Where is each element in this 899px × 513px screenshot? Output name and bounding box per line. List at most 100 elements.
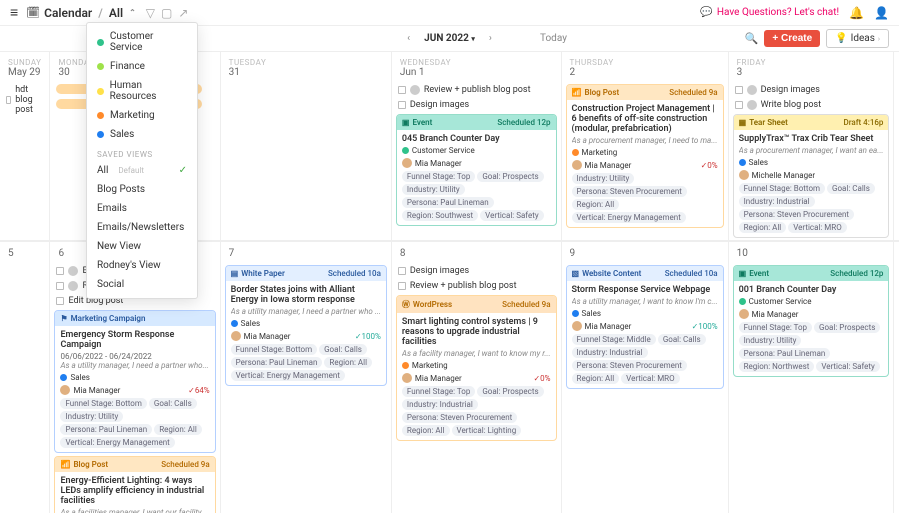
next-month-button[interactable]: › — [475, 33, 506, 44]
pill-tag: Industry: Industrial — [739, 196, 815, 207]
category-option[interactable]: Marketing — [87, 106, 197, 125]
task-item[interactable]: Write blog post — [733, 99, 890, 111]
pill-tag: Funnel Stage: Top — [402, 171, 475, 182]
chevron-up-icon[interactable]: ⌃ — [129, 8, 136, 17]
pill-tag: Region: Southwest — [402, 210, 478, 221]
avatar — [739, 309, 749, 319]
pill-tag: Industry: Industrial — [572, 347, 648, 358]
day-cell[interactable]: SUNDAY May 29 hdt blog post — [0, 52, 50, 241]
menu-icon[interactable]: ≡ — [10, 4, 18, 21]
event-type-icon: ▣ — [402, 118, 410, 127]
month-label[interactable]: JUN 2022 ▾ — [424, 33, 475, 44]
pill-tag: Goal: Calls — [658, 334, 706, 345]
task-item[interactable]: hdt blog post — [4, 84, 45, 116]
pill-tag: Goal: Calls — [319, 344, 367, 355]
view-dropdown[interactable]: Customer ServiceFinanceHuman ResourcesMa… — [86, 22, 198, 299]
event-card[interactable]: 📶Blog PostScheduled 9a Construction Proj… — [566, 84, 724, 228]
saved-view-option[interactable]: Emails — [87, 199, 197, 218]
pill-tag: Funnel Stage: Top — [739, 322, 812, 333]
sheet-icon: ▦ — [739, 118, 747, 127]
event-card[interactable]: ⓌWordPressScheduled 9a Smart lighting co… — [396, 295, 557, 441]
pill-tag: Region: All — [402, 425, 450, 436]
web-icon: ▧ — [572, 269, 580, 278]
pill-tag: Vertical: Safety — [816, 361, 879, 372]
notification-icon[interactable]: 🔔 — [849, 6, 864, 20]
pill-tag: Goal: Prospects — [814, 322, 880, 333]
chat-icon: 💬 — [700, 7, 712, 18]
layout-icon[interactable]: ▢ — [161, 6, 172, 20]
day-cell[interactable]: 10 ▣EventScheduled 12p 001 Branch Counte… — [729, 241, 895, 513]
task-item[interactable]: Design images — [396, 265, 557, 277]
category-option[interactable]: Finance — [87, 57, 197, 76]
pill-tag: Vertical: MRO — [788, 222, 846, 233]
pill-tag: Goal: Calls — [827, 183, 875, 194]
pill-tag: Region: Northwest — [739, 361, 815, 372]
saved-view-option[interactable]: Emails/Newsletters — [87, 218, 197, 237]
day-cell[interactable]: THURSDAY 2 📶Blog PostScheduled 9a Constr… — [562, 52, 729, 241]
pill-tag: Industry: Utility — [572, 173, 635, 184]
view-selector[interactable]: All — [109, 6, 123, 20]
task-item[interactable]: Design images — [733, 84, 890, 96]
saved-view-option[interactable]: Blog Posts — [87, 180, 197, 199]
pill-tag: Persona: Steven Procurement — [572, 186, 687, 197]
avatar — [231, 331, 241, 341]
avatar — [60, 385, 70, 395]
help-chat-link[interactable]: 💬 Have Questions? Let's chat! — [700, 7, 839, 18]
pill-tag: Industry: Utility — [739, 335, 802, 346]
day-cell[interactable]: SATURDAY 4 — [894, 52, 899, 241]
saved-view-option[interactable]: Social — [87, 275, 197, 294]
day-cell[interactable]: 11 — [894, 241, 899, 513]
day-cell[interactable]: TUESDAY 31 — [221, 52, 392, 241]
rss-icon: 📶 — [60, 460, 70, 469]
create-button[interactable]: + Create — [764, 30, 820, 47]
pill-tag: Vertical: Energy Management — [572, 212, 686, 223]
pill-tag: Vertical: Energy Management — [60, 437, 174, 448]
avatar — [402, 373, 412, 383]
wordpress-icon: Ⓦ — [402, 299, 410, 310]
pill-tag: Goal: Prospects — [477, 171, 543, 182]
pill-tag: Region: All — [739, 222, 787, 233]
day-cell[interactable]: 9 ▧Website ContentScheduled 10a Storm Re… — [562, 241, 729, 513]
event-card[interactable]: ▦Tear SheetDraft 4:16p SupplyTrax™ Trax … — [733, 114, 890, 238]
user-icon[interactable]: 👤 — [874, 6, 889, 20]
pill-tag: Persona: Paul Lineman — [60, 424, 152, 435]
event-card[interactable]: ⚑Marketing Campaign Emergency Storm Resp… — [54, 310, 215, 453]
pill-tag: Funnel Stage: Bottom — [231, 344, 317, 355]
day-cell[interactable]: 8 Design images Review + publish blog po… — [392, 241, 562, 513]
prev-month-button[interactable]: ‹ — [393, 33, 424, 44]
avatar — [572, 321, 582, 331]
category-option[interactable]: Human Resources — [87, 76, 197, 106]
pill-tag: Funnel Stage: Middle — [572, 334, 656, 345]
day-cell[interactable]: FRIDAY 3 Design images Write blog post ▦… — [729, 52, 895, 241]
pill-tag: Funnel Stage: Bottom — [739, 183, 825, 194]
pill-tag: Region: All — [324, 357, 372, 368]
event-card[interactable]: 📶Blog PostScheduled 9a Energy-Efficient … — [54, 456, 215, 513]
search-icon[interactable]: 🔍 — [745, 32, 759, 45]
pill-tag: Region: All — [572, 199, 620, 210]
task-item[interactable]: Review + publish blog post — [396, 280, 557, 292]
event-card[interactable]: ▣EventScheduled 12p 001 Branch Counter D… — [733, 265, 890, 377]
event-card[interactable]: ▤White PaperScheduled 10a Border States … — [225, 265, 387, 386]
pill-tag: Industry: Utility — [402, 184, 465, 195]
task-item[interactable]: Review + publish blog post — [396, 84, 557, 96]
pill-tag: Persona: Paul Lineman — [739, 348, 831, 359]
pill-tag: Region: All — [572, 373, 620, 384]
filter-icon[interactable]: ▽ — [146, 6, 155, 20]
calendar-title[interactable]: Calendar — [44, 6, 92, 20]
ideas-button[interactable]: 💡 Ideas › — [826, 29, 889, 48]
task-item[interactable]: Design images — [396, 99, 557, 111]
day-cell[interactable]: WEDNESDAY Jun 1 Review + publish blog po… — [392, 52, 562, 241]
today-button[interactable]: Today — [540, 33, 567, 44]
day-cell[interactable]: 5 — [0, 241, 50, 513]
avatar — [739, 170, 749, 180]
saved-view-option[interactable]: Rodney's View — [87, 256, 197, 275]
category-option[interactable]: Sales — [87, 125, 197, 144]
day-cell[interactable]: 7 ▤White PaperScheduled 10a Border State… — [221, 241, 392, 513]
saved-view-option[interactable]: New View — [87, 237, 197, 256]
saved-view-option[interactable]: AllDefault✓ — [87, 161, 197, 180]
category-option[interactable]: Customer Service — [87, 27, 197, 57]
event-card[interactable]: ▣EventScheduled 12p 045 Branch Counter D… — [396, 114, 557, 226]
event-card[interactable]: ▧Website ContentScheduled 10a Storm Resp… — [566, 265, 724, 389]
share-icon[interactable]: ↗ — [178, 6, 188, 20]
pill-tag: Industry: Industrial — [402, 399, 478, 410]
